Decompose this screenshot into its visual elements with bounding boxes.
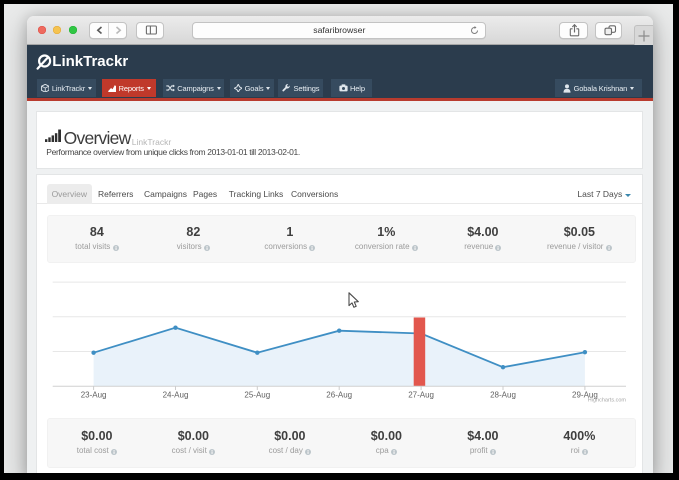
svg-text:28-Aug: 28-Aug: [490, 391, 516, 400]
svg-text:23-Aug: 23-Aug: [81, 391, 107, 400]
svg-text:26-Aug: 26-Aug: [327, 391, 353, 400]
svg-text:24-Aug: 24-Aug: [163, 391, 189, 400]
svg-text:27-Aug: 27-Aug: [408, 391, 434, 400]
svg-text:25-Aug: 25-Aug: [245, 391, 271, 400]
svg-text:Highcharts.com: Highcharts.com: [588, 398, 627, 404]
